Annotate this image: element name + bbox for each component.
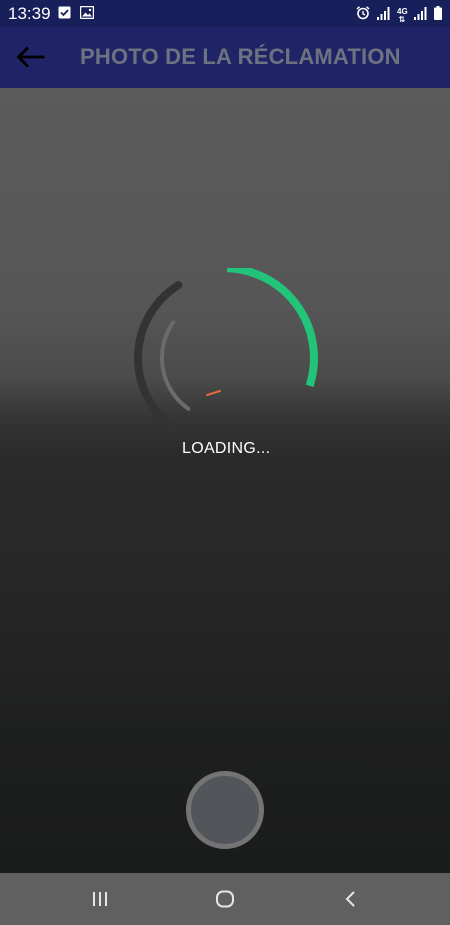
home-button[interactable] bbox=[203, 885, 247, 913]
loading-spinner bbox=[110, 264, 330, 456]
spinner-inner-arc bbox=[159, 320, 191, 411]
network-type-label: 4G bbox=[397, 6, 408, 16]
battery-icon bbox=[434, 6, 442, 25]
loading-text: LOADING... bbox=[182, 440, 271, 457]
spinner-accent-mark bbox=[206, 390, 221, 396]
recent-apps-icon bbox=[93, 892, 107, 906]
home-icon bbox=[216, 890, 234, 908]
signal-icon bbox=[377, 6, 390, 25]
status-bar: 13:39 4G ⇅ bbox=[0, 0, 450, 27]
checkbox-notification-icon bbox=[58, 6, 71, 24]
camera-preview[interactable] bbox=[0, 88, 450, 873]
back-icon bbox=[345, 891, 355, 907]
4g-data-icon: 4G ⇅ bbox=[397, 6, 408, 24]
gallery-notification-icon bbox=[79, 5, 95, 24]
page-title: PHOTO DE LA RÉCLAMATION bbox=[80, 44, 401, 69]
spinner-progress-arc bbox=[226, 264, 318, 388]
notification-icons bbox=[58, 5, 95, 24]
app-bar: PHOTO DE LA RÉCLAMATION bbox=[0, 27, 450, 88]
system-icons: 4G ⇅ bbox=[356, 6, 442, 25]
navigation-bar bbox=[0, 873, 450, 925]
status-time: 13:39 bbox=[8, 4, 51, 23]
back-button[interactable] bbox=[10, 39, 50, 75]
back-nav-button[interactable] bbox=[329, 885, 373, 913]
spinner-outer-arc bbox=[134, 281, 183, 430]
recent-apps-button[interactable] bbox=[78, 885, 122, 913]
signal-icon bbox=[414, 6, 427, 25]
shutter-button[interactable] bbox=[186, 771, 264, 849]
arrow-left-icon bbox=[16, 46, 45, 68]
alarm-icon bbox=[356, 6, 370, 25]
